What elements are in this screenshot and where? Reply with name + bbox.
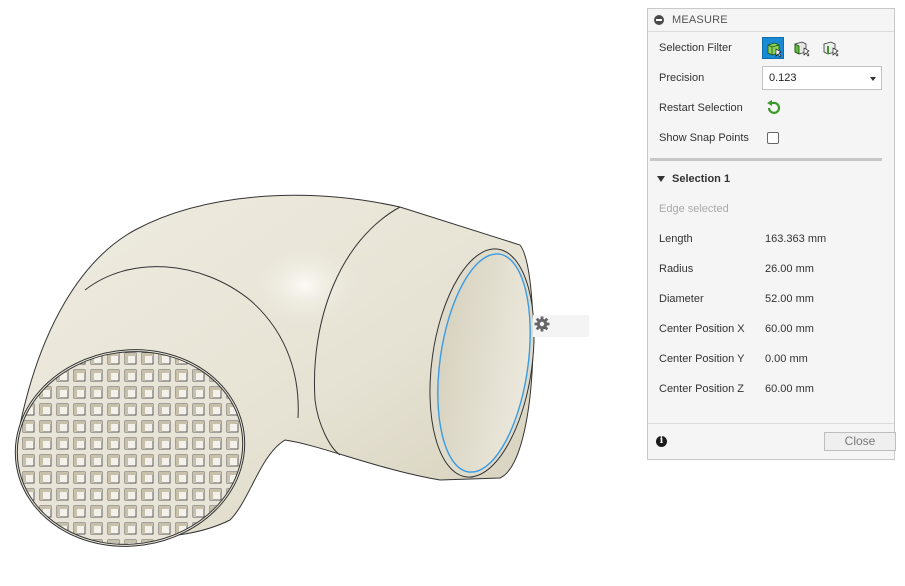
collapse-icon[interactable] [654, 15, 664, 25]
selection-filter-label: Selection Filter [659, 42, 732, 54]
snap-row: Show Snap Points [648, 123, 894, 153]
close-button[interactable]: Close [824, 432, 896, 451]
precision-row: Precision 0.123 [648, 63, 894, 93]
restart-label: Restart Selection [659, 102, 743, 114]
face-filter-icon [794, 41, 810, 57]
measurement-label: Length [659, 233, 693, 245]
canvas-viewport[interactable]: 1 [0, 0, 640, 586]
measurement-row: Length 163.363 mm [648, 224, 894, 254]
body-filter-button[interactable] [762, 37, 784, 59]
footer-divider [648, 423, 894, 424]
measurement-label: Center Position Z [659, 383, 744, 395]
status-row: Edge selected [648, 194, 894, 224]
precision-dropdown[interactable]: 0.123 [762, 66, 882, 90]
measurement-value: 0.00 mm [765, 353, 808, 365]
measurement-label: Diameter [659, 293, 704, 305]
selection-section-header[interactable]: Selection 1 [648, 164, 894, 194]
selection-filter-row: Selection Filter [648, 33, 894, 63]
precision-label: Precision [659, 72, 705, 84]
info-icon[interactable]: i [656, 436, 667, 447]
panel-header: MEASURE [648, 9, 894, 32]
precision-value: 0.123 [769, 72, 797, 84]
measurement-row: Radius 26.00 mm [648, 254, 894, 284]
edge-filter-icon [823, 41, 839, 57]
panel-title: MEASURE [672, 14, 728, 26]
status-text: Edge selected [659, 203, 729, 215]
snap-label: Show Snap Points [659, 132, 749, 144]
measurement-value: 26.00 mm [765, 263, 814, 275]
measurement-value: 163.363 mm [765, 233, 827, 245]
measurement-label: Center Position Y [659, 353, 745, 365]
edge-label-tag[interactable]: 1 [533, 315, 589, 337]
elbow-pipe-model[interactable] [0, 0, 640, 586]
measurement-value: 52.00 mm [765, 293, 814, 305]
expand-triangle-icon [657, 176, 665, 182]
body-filter-icon [767, 42, 782, 58]
face-filter-button[interactable] [791, 37, 813, 59]
divider [650, 158, 882, 161]
section-title: Selection 1 [672, 173, 731, 185]
measurement-row: Center Position X 60.00 mm [648, 314, 894, 344]
snap-points-checkbox[interactable] [767, 132, 779, 144]
measurement-label: Radius [659, 263, 694, 275]
edge-filter-button[interactable] [820, 37, 842, 59]
chevron-down-icon [870, 77, 876, 81]
measurement-value: 60.00 mm [765, 323, 814, 335]
measurement-label: Center Position X [659, 323, 745, 335]
measure-panel: MEASURE Selection Filter Precision 0.123… [647, 8, 896, 460]
measurement-value: 60.00 mm [765, 383, 814, 395]
measurement-row: Diameter 52.00 mm [648, 284, 894, 314]
measurement-row: Center Position Y 0.00 mm [648, 344, 894, 374]
restart-icon[interactable] [765, 100, 781, 119]
measurement-row: Center Position Z 60.00 mm [648, 374, 894, 404]
restart-row: Restart Selection [648, 93, 894, 123]
gear-icon[interactable] [534, 316, 577, 335]
